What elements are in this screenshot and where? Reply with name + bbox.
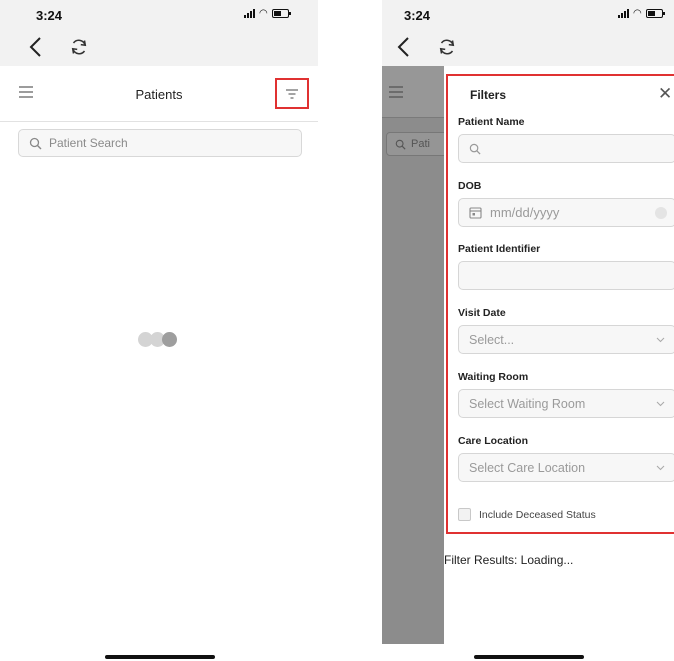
signal-icon	[618, 9, 629, 18]
loader-dot	[162, 332, 177, 347]
filter-button[interactable]	[275, 78, 309, 109]
status-time: 3:24	[36, 8, 63, 23]
visit-date-select[interactable]: Select...	[458, 325, 674, 354]
include-deceased-label: Include Deceased Status	[479, 508, 596, 521]
chevron-down-icon	[656, 401, 665, 406]
home-indicator	[474, 655, 584, 659]
status-icons: ◠	[618, 8, 665, 19]
care-location-select[interactable]: Select Care Location	[458, 453, 674, 482]
patient-identifier-input[interactable]	[469, 268, 629, 283]
dob-label: DOB	[458, 180, 482, 192]
visit-date-label: Visit Date	[458, 307, 506, 319]
wifi-icon: ◠	[259, 8, 268, 19]
calendar-icon	[469, 207, 482, 219]
patients-filter-screen: 3:24 ◠ Pati Filters ✕ Patient Name DOB m…	[382, 0, 674, 661]
refresh-button[interactable]	[66, 34, 92, 60]
patient-name-label: Patient Name	[458, 116, 525, 128]
filters-title: Filters	[470, 88, 507, 102]
wifi-icon: ◠	[633, 8, 642, 19]
waiting-room-label: Waiting Room	[458, 371, 529, 383]
chevron-down-icon	[656, 465, 665, 470]
loading-indicator	[138, 332, 177, 347]
dob-input[interactable]	[490, 205, 650, 220]
battery-icon	[271, 9, 291, 18]
status-icons: ◠	[244, 8, 291, 19]
refresh-icon	[439, 39, 455, 55]
filters-panel: Filters ✕ Patient Name DOB mm/dd/yyyy Pa…	[446, 74, 674, 534]
patient-identifier-field[interactable]	[458, 261, 674, 290]
signal-icon	[244, 9, 255, 18]
patient-identifier-label: Patient Identifier	[458, 243, 541, 255]
patient-search-input[interactable]	[49, 136, 279, 150]
refresh-icon	[71, 39, 87, 55]
modal-overlay[interactable]: Pati	[382, 66, 452, 644]
patients-screen: 3:24 ◠ Patients	[0, 0, 318, 661]
hamburger-menu-icon	[389, 86, 403, 98]
care-location-label: Care Location	[458, 435, 529, 447]
chevron-down-icon	[656, 337, 665, 342]
include-deceased-checkbox[interactable]	[458, 508, 471, 521]
filter-icon	[286, 88, 298, 99]
overlay-search-text: Pati	[411, 138, 430, 150]
search-icon	[29, 137, 42, 149]
patient-name-field[interactable]	[458, 134, 674, 163]
filter-results-status: Filter Results: Loading...	[444, 553, 574, 567]
refresh-button[interactable]	[434, 34, 460, 60]
care-location-selected: Select Care Location	[469, 460, 586, 475]
waiting-room-select[interactable]: Select Waiting Room	[458, 389, 674, 418]
browser-nav-bar	[0, 28, 318, 66]
close-filters-button[interactable]: ✕	[658, 84, 673, 103]
status-bar: 3:24 ◠	[382, 0, 674, 28]
back-button[interactable]	[390, 34, 416, 60]
battery-icon	[645, 9, 665, 18]
close-icon: ✕	[658, 84, 673, 103]
visit-date-selected: Select...	[469, 332, 515, 347]
app-header: Patients	[0, 66, 318, 122]
waiting-room-selected: Select Waiting Room	[469, 396, 586, 411]
status-time: 3:24	[404, 8, 431, 23]
clear-date-icon[interactable]	[655, 207, 667, 219]
status-bar: 3:24 ◠	[0, 0, 318, 28]
page-title: Patients	[135, 87, 183, 102]
browser-nav-bar	[382, 28, 674, 66]
patient-search-box[interactable]	[18, 129, 302, 157]
filter-drawer: Filters ✕ Patient Name DOB mm/dd/yyyy Pa…	[444, 66, 674, 661]
back-button[interactable]	[22, 34, 48, 60]
back-chevron-icon	[29, 37, 41, 57]
include-deceased-row[interactable]: Include Deceased Status	[458, 508, 596, 521]
overlay-app-header	[382, 66, 444, 118]
home-indicator	[105, 655, 215, 659]
back-chevron-icon	[397, 37, 409, 57]
search-icon	[395, 139, 406, 150]
dob-field[interactable]	[458, 198, 674, 227]
overlay-search-box: Pati	[386, 132, 452, 156]
search-icon	[469, 143, 481, 155]
patient-name-input[interactable]	[487, 141, 647, 156]
